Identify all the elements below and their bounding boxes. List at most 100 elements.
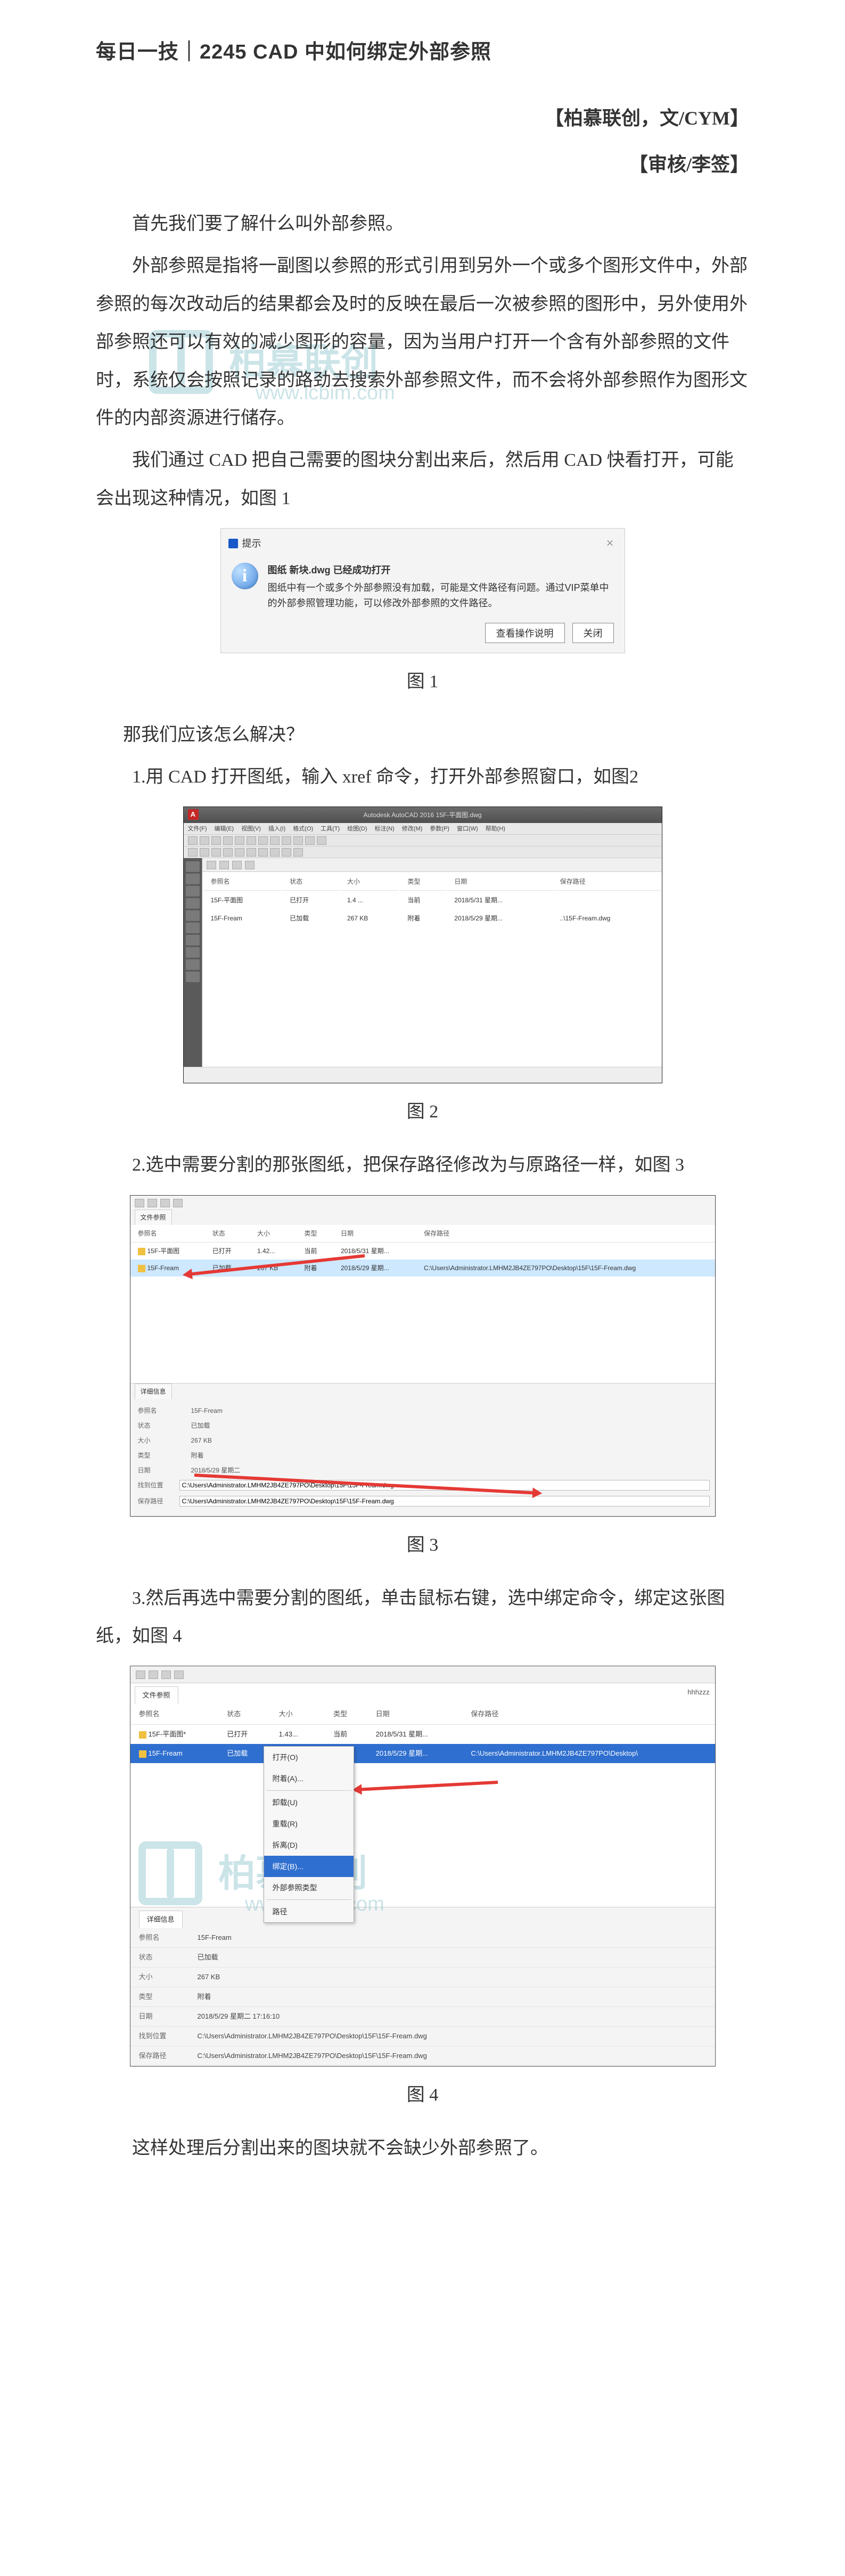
close-button[interactable]: 关闭 [572,623,614,643]
article-title: 每日一技｜2245 CAD 中如何绑定外部参照 [96,32,749,72]
toolbar-icon[interactable] [211,836,221,845]
table-row[interactable]: 15F-Fream已加载267 KB附着2018/5/29 星期.....\15… [203,910,661,927]
toolbar-icon[interactable] [258,848,268,857]
tab-detail[interactable]: 详细信息 [135,1384,172,1399]
close-icon[interactable]: × [603,537,617,550]
toolbar-icon[interactable] [147,1199,157,1207]
toolbar-icon[interactable] [282,848,291,857]
toolbar-icon[interactable] [161,1670,171,1679]
toolbar-icon[interactable] [174,1670,184,1679]
menu-draw[interactable]: 绘图(D) [347,823,367,835]
saved-path-input[interactable] [179,1496,710,1507]
menu-bind[interactable]: 绑定(B)... [264,1856,354,1877]
menu-reload[interactable]: 重载(R) [264,1813,354,1834]
toolbar-icon[interactable] [223,848,233,857]
col-date[interactable]: 日期 [333,1225,416,1242]
toolbar-icon[interactable] [200,848,209,857]
toolbar-icon[interactable] [188,848,198,857]
paragraph-step3: 3.然后再选中需要分割的图纸，单击鼠标右键，选中绑定命令，绑定这张图纸，如图 4 [96,1579,749,1656]
col-date[interactable]: 日期 [367,1704,463,1725]
tab-file-refs[interactable]: 文件参照 [135,1209,172,1225]
toolbar-icon[interactable] [282,836,291,845]
menu-modify[interactable]: 修改(M) [402,823,423,835]
menu-param[interactable]: 参数(P) [430,823,449,835]
col-date[interactable]: 日期 [447,873,551,891]
menu-attach[interactable]: 附着(A)... [264,1768,354,1789]
panel-toolbar-icon[interactable] [207,861,216,869]
col-name[interactable]: 参照名 [130,1704,219,1725]
toolbar-icon[interactable] [305,836,315,845]
toolbar-icon[interactable] [235,848,244,857]
toolbar-icon[interactable] [200,836,209,845]
menu-edit[interactable]: 编辑(E) [215,823,234,835]
toolbar-icon[interactable] [173,1199,183,1207]
menu-tools[interactable]: 工具(T) [321,823,340,835]
toolbar-icon[interactable] [235,836,244,845]
toolbar-icon[interactable] [149,1670,158,1679]
figure-1-dialog: 提示 × i 图纸 新块.dwg 已经成功打开 图纸中有一个或多个外部参照没有加… [220,528,625,653]
toolbar-icon[interactable] [317,836,326,845]
col-size[interactable]: 大小 [340,873,399,891]
toolbar-icon[interactable] [160,1199,170,1207]
toolbar-icon[interactable] [135,1199,144,1207]
menu-view[interactable]: 视图(V) [241,823,261,835]
detail-value: 267 KB [191,1434,212,1447]
table-row[interactable]: 15F-平面图 已打开1.42...当前2018/5/31 星期... [130,1242,715,1260]
detail-key: 大小 [138,1434,175,1447]
toolbar-icon[interactable] [136,1670,145,1679]
table-row[interactable]: 15F-平面图* 已打开1.43...当前2018/5/31 星期... [130,1725,715,1744]
panel-toolbar: hhhzzz [130,1666,715,1683]
menu-dim[interactable]: 标注(N) [375,823,395,835]
toolbar-icon[interactable] [188,836,198,845]
col-type[interactable]: 类型 [325,1704,367,1725]
toolbar-icon[interactable] [258,836,268,845]
menu-detach[interactable]: 拆离(D) [264,1834,354,1856]
detail-key: 日期 [130,2007,189,2027]
panel-toolbar-icon[interactable] [232,861,242,869]
col-name[interactable]: 参照名 [130,1225,205,1242]
menu-help[interactable]: 帮助(H) [486,823,505,835]
figure-4-caption: 图 4 [96,2077,749,2113]
col-path[interactable]: 保存路径 [462,1704,715,1725]
col-status[interactable]: 状态 [282,873,339,891]
menu-xreftype[interactable]: 外部参照类型 [264,1877,354,1898]
table-row[interactable]: 15F-平面图已打开1.4 ...当前2018/5/31 星期... [203,892,661,909]
figure-1-caption: 图 1 [96,664,749,700]
col-size[interactable]: 大小 [270,1704,325,1725]
menu-open[interactable]: 打开(O) [264,1747,354,1768]
dialog-title-icon [228,539,238,548]
menu-unload[interactable]: 卸载(U) [264,1792,354,1813]
menu-format[interactable]: 格式(O) [293,823,313,835]
col-type[interactable]: 类型 [400,873,446,891]
table-row-selected[interactable]: 15F-Fream 已加载267 KB附着2018/5/29 星期...C:\U… [130,1744,715,1763]
toolbar-icon[interactable] [293,848,303,857]
col-path[interactable]: 保存路径 [416,1225,715,1242]
dialog-title: 提示 [242,534,261,553]
menu-file[interactable]: 文件(F) [188,823,207,835]
col-type[interactable]: 类型 [297,1225,333,1242]
view-instructions-button[interactable]: 查看操作说明 [485,623,565,643]
col-size[interactable]: 大小 [250,1225,297,1242]
toolbar-icon[interactable] [270,836,280,845]
menu-window[interactable]: 窗口(W) [457,823,478,835]
figure-3-caption: 图 3 [96,1527,749,1563]
toolbar-icon[interactable] [223,836,233,845]
menu-path[interactable]: 路径 [264,1901,354,1922]
menu-insert[interactable]: 插入(I) [268,823,285,835]
toolbar-icon[interactable] [247,836,256,845]
panel-toolbar-icon[interactable] [245,861,255,869]
tab-detail[interactable]: 详细信息 [139,1911,183,1928]
tab-file-refs[interactable]: 文件参照 [135,1686,178,1704]
detail-value: 267 KB [189,1968,715,1987]
toolbar-icon[interactable] [211,848,221,857]
table-row-selected[interactable]: 15F-Fream 已加载267 KB附着2018/5/29 星期...C:\U… [130,1260,715,1277]
col-name[interactable]: 参照名 [203,873,282,891]
panel-toolbar-icon[interactable] [219,861,229,869]
dwg-icon [138,1265,145,1272]
toolbar-icon[interactable] [270,848,280,857]
toolbar-icon[interactable] [247,848,256,857]
toolbar-icon[interactable] [293,836,303,845]
col-path[interactable]: 保存路径 [553,873,661,891]
col-status[interactable]: 状态 [218,1704,270,1725]
col-status[interactable]: 状态 [205,1225,250,1242]
